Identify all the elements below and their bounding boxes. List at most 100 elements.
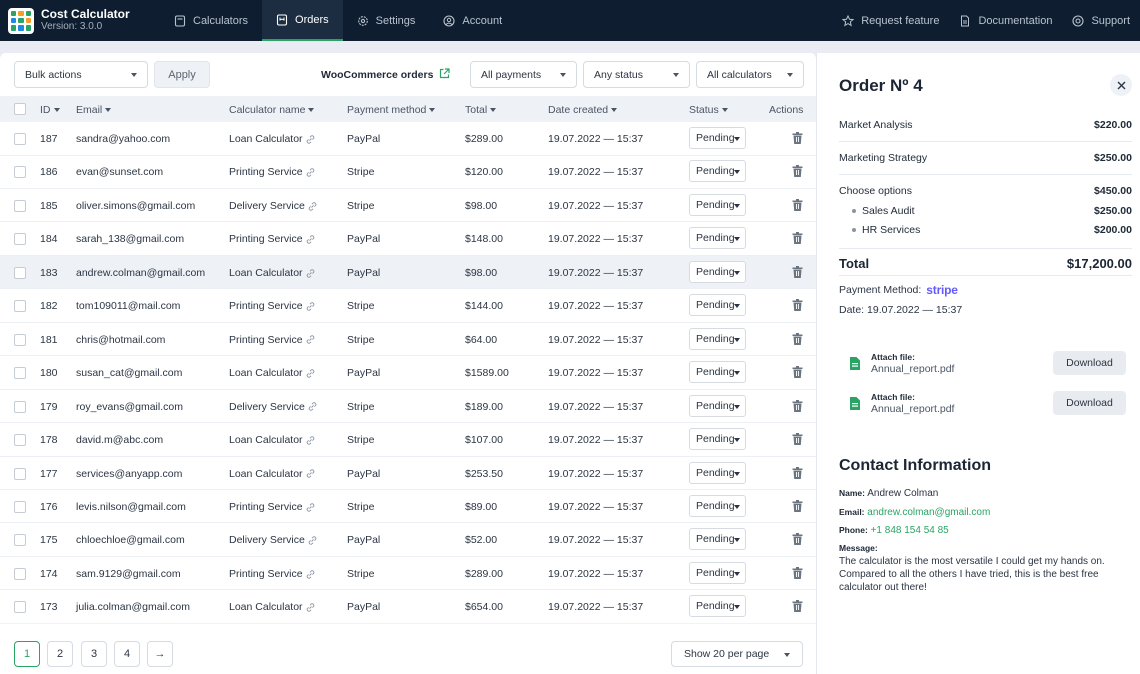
trash-icon[interactable] [792,198,803,211]
status-select[interactable]: Pending [689,127,746,149]
status-select[interactable]: Pending [689,394,746,417]
trash-icon[interactable] [792,533,803,546]
row-checkbox[interactable] [14,166,26,179]
table-row[interactable]: 178 david.m@abc.com Loan Calculator Stripe $… [0,423,816,457]
header-date[interactable]: Date created [548,104,618,116]
table-row[interactable]: 177 services@anyapp.com Loan Calculator Pay… [0,457,816,490]
row-checkbox[interactable] [14,434,26,447]
bulk-actions-select[interactable]: Bulk actions [14,61,148,88]
row-checkbox[interactable] [14,601,26,614]
trash-icon[interactable] [792,332,803,345]
table-row[interactable]: 179 roy_evans@gmail.com Delivery Service St… [0,390,816,424]
row-checkbox[interactable] [14,500,26,513]
table-row[interactable]: 180 susan_cat@gmail.com Loan Calculator Pay… [0,356,816,390]
order-calculator[interactable]: Printing Service [229,300,315,312]
woocommerce-orders-link[interactable]: WooCommerce orders [321,68,451,82]
order-calculator[interactable]: Loan Calculator [229,434,315,446]
order-calculator[interactable]: Printing Service [229,233,315,245]
payments-filter-select[interactable]: All payments [470,61,577,88]
table-row[interactable]: 183 andrew.colman@gmail.com Loan Calculato… [0,255,816,290]
order-calculator[interactable]: Delivery Service [229,200,317,212]
table-row[interactable]: 182 tom109011@mail.com Printing Service Str… [0,289,816,323]
status-select[interactable]: Pending [689,227,746,250]
trash-icon[interactable] [792,366,803,379]
order-calculator[interactable]: Printing Service [229,568,315,580]
order-calculator[interactable]: Loan Calculator [229,468,315,480]
header-calculator[interactable]: Calculator name [229,104,315,116]
status-select[interactable]: Pending [689,428,746,451]
trash-icon[interactable] [792,433,803,446]
order-calculator[interactable]: Printing Service [229,166,315,178]
page-1-button[interactable]: 1 [14,641,40,667]
order-calculator[interactable]: Delivery Service [229,401,317,413]
nav-orders[interactable]: Orders [262,0,343,41]
close-panel-button[interactable] [1110,74,1132,96]
table-row[interactable]: 186 evan@sunset.com Printing Service Stripe… [0,155,816,189]
table-row[interactable]: 187 sandra@yahoo.com Loan Calculator PayPal… [0,122,816,156]
status-select[interactable]: Pending [689,361,746,384]
status-select[interactable]: Pending [689,327,746,350]
trash-icon[interactable] [792,499,803,512]
trash-icon[interactable] [792,299,803,312]
order-calculator[interactable]: Printing Service [229,334,315,346]
trash-icon[interactable] [792,165,803,178]
nav-account[interactable]: Account [429,0,516,41]
row-checkbox[interactable] [14,367,26,380]
download-button[interactable]: Download [1053,391,1126,415]
order-calculator[interactable]: Loan Calculator [229,367,315,379]
header-status[interactable]: Status [689,104,728,116]
nav-calculators[interactable]: Calculators [160,0,262,41]
status-select[interactable]: Pending [689,160,746,183]
order-calculator[interactable]: Delivery Service [229,534,317,546]
header-payment[interactable]: Payment method [347,104,436,116]
status-select[interactable]: Pending [689,595,746,618]
order-calculator[interactable]: Printing Service [229,501,315,513]
trash-icon[interactable] [792,600,803,613]
row-checkbox[interactable] [14,300,26,313]
status-select[interactable]: Pending [689,294,746,317]
request-feature-link[interactable]: Request feature [832,0,949,41]
table-row[interactable]: 181 chris@hotmail.com Printing Service Stri… [0,323,816,357]
row-checkbox[interactable] [14,133,26,145]
calculators-filter-select[interactable]: All calculators [696,61,804,88]
contact-email-link[interactable]: andrew.colman@gmail.com [867,507,990,518]
contact-phone-link[interactable]: +1 848 154 54 85 [871,525,949,536]
nav-settings[interactable]: Settings [343,0,430,41]
trash-icon[interactable] [792,132,803,144]
order-calculator[interactable]: Loan Calculator [229,601,315,613]
next-page-button[interactable]: → [147,641,173,667]
status-select[interactable]: Pending [689,561,746,584]
row-checkbox[interactable] [14,567,26,580]
status-filter-select[interactable]: Any status [583,61,690,88]
trash-icon[interactable] [792,399,803,412]
table-row[interactable]: 176 levis.nilson@gmail.com Printing Servic… [0,490,816,524]
row-checkbox[interactable] [14,467,26,480]
row-checkbox[interactable] [14,199,26,212]
header-total[interactable]: Total [465,104,497,116]
table-row[interactable]: 185 oliver.simons@gmail.com Delivery Servi… [0,189,816,223]
page-4-button[interactable]: 4 [114,641,140,667]
table-row[interactable]: 174 sam.9129@gmail.com Printing Service Str… [0,557,816,591]
row-checkbox[interactable] [14,400,26,413]
page-3-button[interactable]: 3 [81,641,107,667]
documentation-link[interactable]: Documentation [949,0,1062,41]
trash-icon[interactable] [792,265,803,278]
row-checkbox[interactable] [14,266,26,279]
status-select[interactable]: Pending [689,528,746,551]
brand[interactable]: Cost Calculator Version: 3.0.0 [0,7,160,34]
table-row[interactable]: 175 chloechloe@gmail.com Delivery Service P… [0,523,816,557]
status-select[interactable]: Pending [689,461,746,484]
row-checkbox[interactable] [14,333,26,346]
header-email[interactable]: Email [76,104,112,116]
trash-icon[interactable] [792,232,803,245]
row-checkbox[interactable] [14,534,26,547]
trash-icon[interactable] [792,466,803,479]
status-select[interactable]: Pending [689,260,746,283]
select-all-checkbox[interactable] [14,103,26,115]
header-id[interactable]: ID [40,104,60,116]
row-checkbox[interactable] [14,233,26,246]
status-select[interactable]: Pending [689,193,746,216]
download-button[interactable]: Download [1053,351,1126,375]
page-2-button[interactable]: 2 [47,641,73,667]
trash-icon[interactable] [792,566,803,579]
